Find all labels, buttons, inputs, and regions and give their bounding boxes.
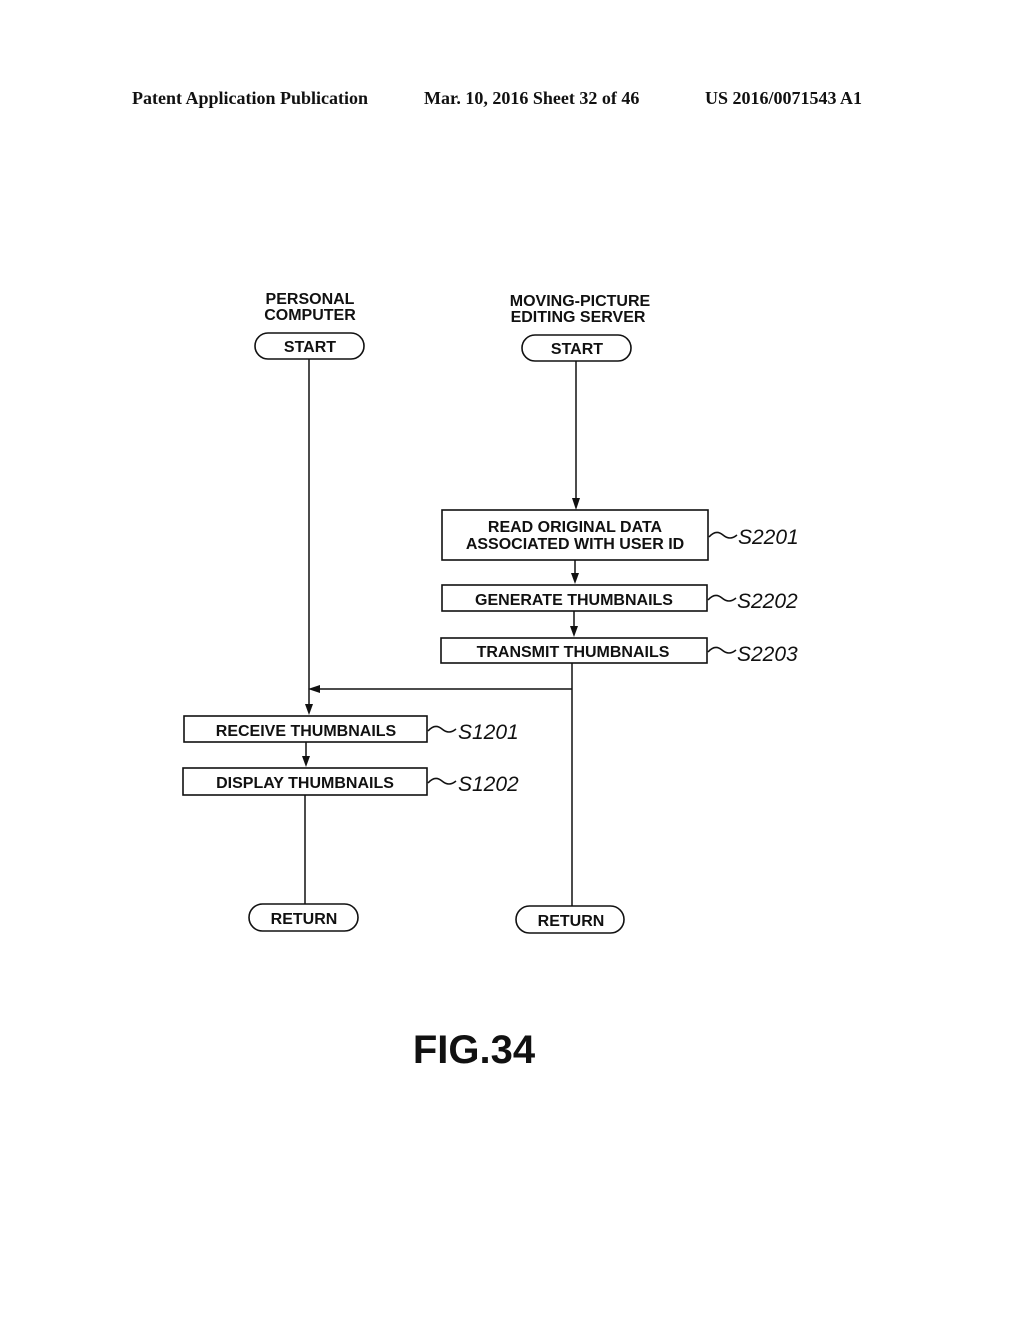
return-label-right: RETURN	[538, 913, 605, 930]
step-s2203: TRANSMIT THUMBNAILS S2203	[440, 637, 798, 666]
start-label-right: START	[551, 341, 603, 358]
leader-s2203	[707, 646, 737, 654]
leader-s1201	[427, 725, 457, 733]
step-s2202-text: GENERATE THUMBNAILS	[475, 592, 673, 609]
step-label-s2202: S2202	[737, 590, 798, 613]
lane-title-left-line2: COMPUTER	[264, 307, 356, 324]
step-s1202-text: DISPLAY THUMBNAILS	[216, 775, 394, 792]
start-terminal-left: START	[254, 332, 365, 360]
figure-caption: FIG.34	[413, 1028, 536, 1072]
step-label-s1202: S1202	[458, 773, 519, 796]
leader-s2202	[707, 594, 737, 602]
arrow-to-s2202	[571, 573, 579, 584]
step-s2203-text: TRANSMIT THUMBNAILS	[477, 644, 670, 661]
step-s1201-text: RECEIVE THUMBNAILS	[216, 723, 397, 740]
arrow-to-receive	[305, 704, 313, 715]
step-s2201-line1: READ ORIGINAL DATA	[488, 519, 663, 536]
start-terminal-right: START	[521, 334, 632, 362]
return-label-left: RETURN	[271, 911, 338, 928]
step-label-s2201: S2201	[738, 526, 799, 549]
step-s2201: READ ORIGINAL DATA ASSOCIATED WITH USER …	[441, 509, 799, 561]
arrow-transfer-to-pc	[308, 685, 320, 693]
step-s1201: RECEIVE THUMBNAILS S1201	[183, 715, 519, 744]
leader-s1202	[427, 777, 457, 785]
leader-s2201	[708, 531, 738, 539]
arrow-to-s1202	[302, 756, 310, 767]
step-s2201-line2: ASSOCIATED WITH USER ID	[466, 536, 684, 553]
step-label-s1201: S1201	[458, 721, 519, 744]
lane-title-right-line1: MOVING-PICTURE	[510, 293, 651, 310]
return-terminal-right: RETURN	[515, 905, 625, 934]
start-label-left: START	[284, 339, 336, 356]
return-terminal-left: RETURN	[248, 903, 359, 932]
flowchart: PERSONAL COMPUTER MOVING-PICTURE EDITING…	[182, 291, 799, 1072]
step-label-s2203: S2203	[737, 643, 798, 666]
step-s1202: DISPLAY THUMBNAILS S1202	[182, 767, 519, 796]
arrow-to-s2203	[570, 626, 578, 637]
lane-title-left-line1: PERSONAL	[266, 291, 355, 308]
lane-title-right-line2: EDITING SERVER	[511, 309, 646, 326]
step-s2202: GENERATE THUMBNAILS S2202	[441, 584, 798, 613]
arrow-to-s2201	[572, 498, 580, 510]
